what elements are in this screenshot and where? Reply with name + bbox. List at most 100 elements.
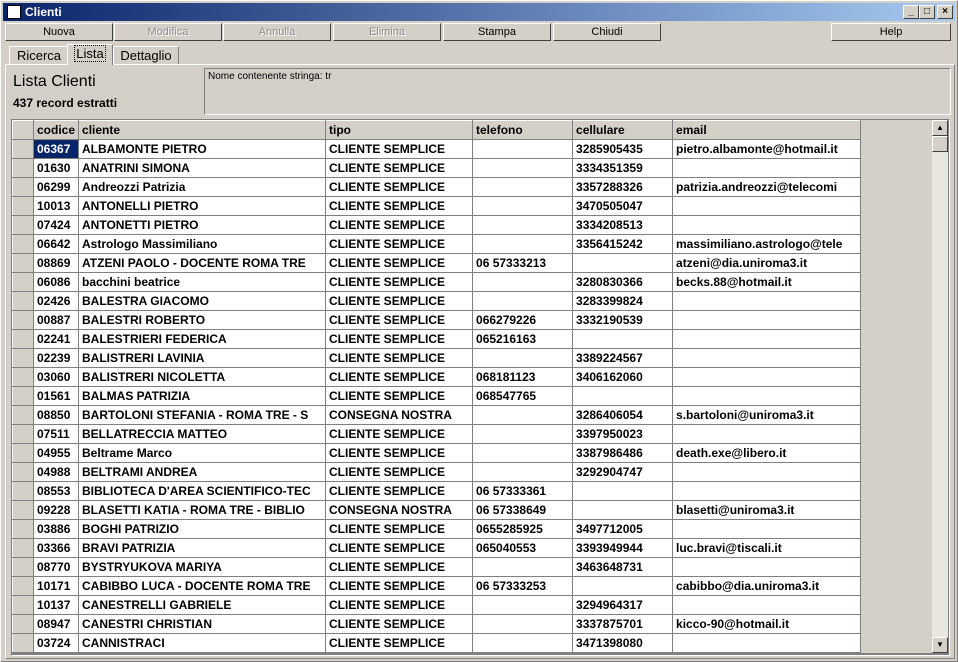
cell-email[interactable] bbox=[672, 196, 862, 216]
cell-tipo[interactable]: CLIENTE SEMPLICE bbox=[325, 196, 474, 216]
cell-codice[interactable]: 06642 bbox=[32, 234, 80, 254]
table-row[interactable]: 01561 BALMAS PATRIZIA CLIENTE SEMPLICE 0685… bbox=[12, 386, 862, 406]
cell-cellulare[interactable]: 3356415242 bbox=[572, 234, 674, 254]
cell-email[interactable] bbox=[672, 310, 862, 330]
cell-telefono[interactable] bbox=[472, 424, 574, 444]
scroll-thumb[interactable] bbox=[932, 136, 948, 152]
cell-email[interactable] bbox=[672, 367, 862, 387]
cell-telefono[interactable]: 066279226 bbox=[472, 310, 574, 330]
cell-email[interactable] bbox=[672, 424, 862, 444]
tab-dettaglio[interactable]: Dettaglio bbox=[113, 46, 179, 65]
cell-email[interactable]: luc.bravi@tiscali.it bbox=[672, 538, 862, 558]
cell-email[interactable] bbox=[672, 633, 862, 653]
vertical-scrollbar[interactable]: ▲ ▼ bbox=[932, 120, 948, 653]
cell-telefono[interactable] bbox=[472, 215, 574, 235]
cell-cellulare[interactable]: 3470505047 bbox=[572, 196, 674, 216]
cell-tipo[interactable]: CLIENTE SEMPLICE bbox=[325, 557, 474, 577]
cell-email[interactable]: becks.88@hotmail.it bbox=[672, 272, 862, 292]
cell-tipo[interactable]: CLIENTE SEMPLICE bbox=[325, 633, 474, 653]
cell-codice[interactable]: 08947 bbox=[32, 614, 80, 634]
cell-tipo[interactable]: CLIENTE SEMPLICE bbox=[325, 424, 474, 444]
cell-email[interactable]: kicco-90@hotmail.it bbox=[672, 614, 862, 634]
modifica-button[interactable]: Modifica bbox=[114, 23, 222, 41]
cell-telefono[interactable]: 065040553 bbox=[472, 538, 574, 558]
row-selector[interactable] bbox=[12, 367, 34, 387]
row-selector[interactable] bbox=[12, 272, 34, 292]
cell-tipo[interactable]: CLIENTE SEMPLICE bbox=[325, 614, 474, 634]
cell-codice[interactable]: 10013 bbox=[32, 196, 80, 216]
cell-tipo[interactable]: CLIENTE SEMPLICE bbox=[325, 253, 474, 273]
cell-tipo[interactable]: CLIENTE SEMPLICE bbox=[325, 177, 474, 197]
table-row[interactable]: 04988 BELTRAMI ANDREA CLIENTE SEMPLICE 3292… bbox=[12, 462, 862, 482]
tab-lista[interactable]: Lista bbox=[67, 44, 113, 65]
cell-cliente[interactable]: BYSTRYUKOVA MARIYA bbox=[78, 557, 327, 577]
cell-codice[interactable]: 02241 bbox=[32, 329, 80, 349]
row-selector[interactable] bbox=[12, 633, 34, 653]
cell-cliente[interactable]: ALBAMONTE PIETRO bbox=[78, 139, 327, 159]
annulla-button[interactable]: Annulla bbox=[223, 23, 331, 41]
cell-telefono[interactable]: 06 57333253 bbox=[472, 576, 574, 596]
cell-cellulare[interactable]: 3357288326 bbox=[572, 177, 674, 197]
cell-codice[interactable]: 06086 bbox=[32, 272, 80, 292]
cell-email[interactable] bbox=[672, 291, 862, 311]
cell-codice[interactable]: 06367 bbox=[32, 139, 80, 159]
cell-email[interactable]: patrizia.andreozzi@telecomi bbox=[672, 177, 862, 197]
cell-tipo[interactable]: CLIENTE SEMPLICE bbox=[325, 215, 474, 235]
cell-telefono[interactable] bbox=[472, 614, 574, 634]
cell-tipo[interactable]: CLIENTE SEMPLICE bbox=[325, 595, 474, 615]
cell-telefono[interactable] bbox=[472, 139, 574, 159]
table-row[interactable]: 08850 BARTOLONI STEFANIA - ROMA TRE - S CO… bbox=[12, 405, 862, 425]
table-row[interactable]: 10013 ANTONELLI PIETRO CLIENTE SEMPLICE 347… bbox=[12, 196, 862, 216]
cell-cellulare[interactable]: 3387986486 bbox=[572, 443, 674, 463]
cell-email[interactable] bbox=[672, 348, 862, 368]
cell-telefono[interactable]: 06 57338649 bbox=[472, 500, 574, 520]
cell-cliente[interactable]: BALISTRERI NICOLETTA bbox=[78, 367, 327, 387]
maximize-button[interactable]: □ bbox=[919, 5, 935, 19]
table-row[interactable]: 08770 BYSTRYUKOVA MARIYA CLIENTE SEMPLICE 3… bbox=[12, 557, 862, 577]
cell-cliente[interactable]: ANATRINI SIMONA bbox=[78, 158, 327, 178]
cell-email[interactable]: s.bartoloni@uniroma3.it bbox=[672, 405, 862, 425]
cell-cliente[interactable]: CANESTRI CHRISTIAN bbox=[78, 614, 327, 634]
cell-tipo[interactable]: CLIENTE SEMPLICE bbox=[325, 443, 474, 463]
table-row[interactable]: 06367 ALBAMONTE PIETRO CLIENTE SEMPLICE 328… bbox=[12, 139, 862, 159]
column-header-cellulare[interactable]: cellulare bbox=[572, 120, 674, 140]
nuova-button[interactable]: Nuova bbox=[5, 23, 113, 41]
cell-email[interactable]: massimiliano.astrologo@tele bbox=[672, 234, 862, 254]
cell-tipo[interactable]: CONSEGNA NOSTRA bbox=[325, 500, 474, 520]
cell-telefono[interactable] bbox=[472, 348, 574, 368]
row-selector[interactable] bbox=[12, 291, 34, 311]
row-selector[interactable] bbox=[12, 234, 34, 254]
cell-tipo[interactable]: CLIENTE SEMPLICE bbox=[325, 158, 474, 178]
minimize-button[interactable]: _ bbox=[903, 5, 919, 19]
row-selector[interactable] bbox=[12, 614, 34, 634]
cell-cliente[interactable]: BELLATRECCIA MATTEO bbox=[78, 424, 327, 444]
cell-codice[interactable]: 08869 bbox=[32, 253, 80, 273]
cell-email[interactable] bbox=[672, 329, 862, 349]
cell-cliente[interactable]: ANTONELLI PIETRO bbox=[78, 196, 327, 216]
table-row[interactable]: 08947 CANESTRI CHRISTIAN CLIENTE SEMPLICE 3… bbox=[12, 614, 862, 634]
table-row[interactable]: 02426 BALESTRA GIACOMO CLIENTE SEMPLICE 328… bbox=[12, 291, 862, 311]
cell-cellulare[interactable]: 3285905435 bbox=[572, 139, 674, 159]
row-selector[interactable] bbox=[12, 462, 34, 482]
cell-tipo[interactable]: CLIENTE SEMPLICE bbox=[325, 386, 474, 406]
cell-codice[interactable]: 08850 bbox=[32, 405, 80, 425]
cell-telefono[interactable]: 06 57333361 bbox=[472, 481, 574, 501]
cell-cliente[interactable]: BIBLIOTECA D'AREA SCIENTIFICO-TEC bbox=[78, 481, 327, 501]
cell-tipo[interactable]: CLIENTE SEMPLICE bbox=[325, 481, 474, 501]
row-selector[interactable] bbox=[12, 595, 34, 615]
cell-email[interactable] bbox=[672, 595, 862, 615]
cell-cliente[interactable]: Astrologo Massimiliano bbox=[78, 234, 327, 254]
column-header-cliente[interactable]: cliente bbox=[78, 120, 327, 140]
cell-cellulare[interactable]: 3497712005 bbox=[572, 519, 674, 539]
cell-telefono[interactable] bbox=[472, 177, 574, 197]
cell-telefono[interactable] bbox=[472, 633, 574, 653]
table-row[interactable]: 03724 CANNISTRACI CLIENTE SEMPLICE 34713980… bbox=[12, 633, 862, 653]
row-selector[interactable] bbox=[12, 538, 34, 558]
cell-cliente[interactable]: CANESTRELLI GABRIELE bbox=[78, 595, 327, 615]
table-row[interactable]: 08869 ATZENI PAOLO - DOCENTE ROMA TRE CLIE… bbox=[12, 253, 862, 273]
row-selector[interactable] bbox=[12, 519, 34, 539]
cell-cellulare[interactable]: 3334208513 bbox=[572, 215, 674, 235]
cell-cellulare[interactable]: 3292904747 bbox=[572, 462, 674, 482]
cell-cliente[interactable]: BOGHI PATRIZIO bbox=[78, 519, 327, 539]
cell-codice[interactable]: 04988 bbox=[32, 462, 80, 482]
